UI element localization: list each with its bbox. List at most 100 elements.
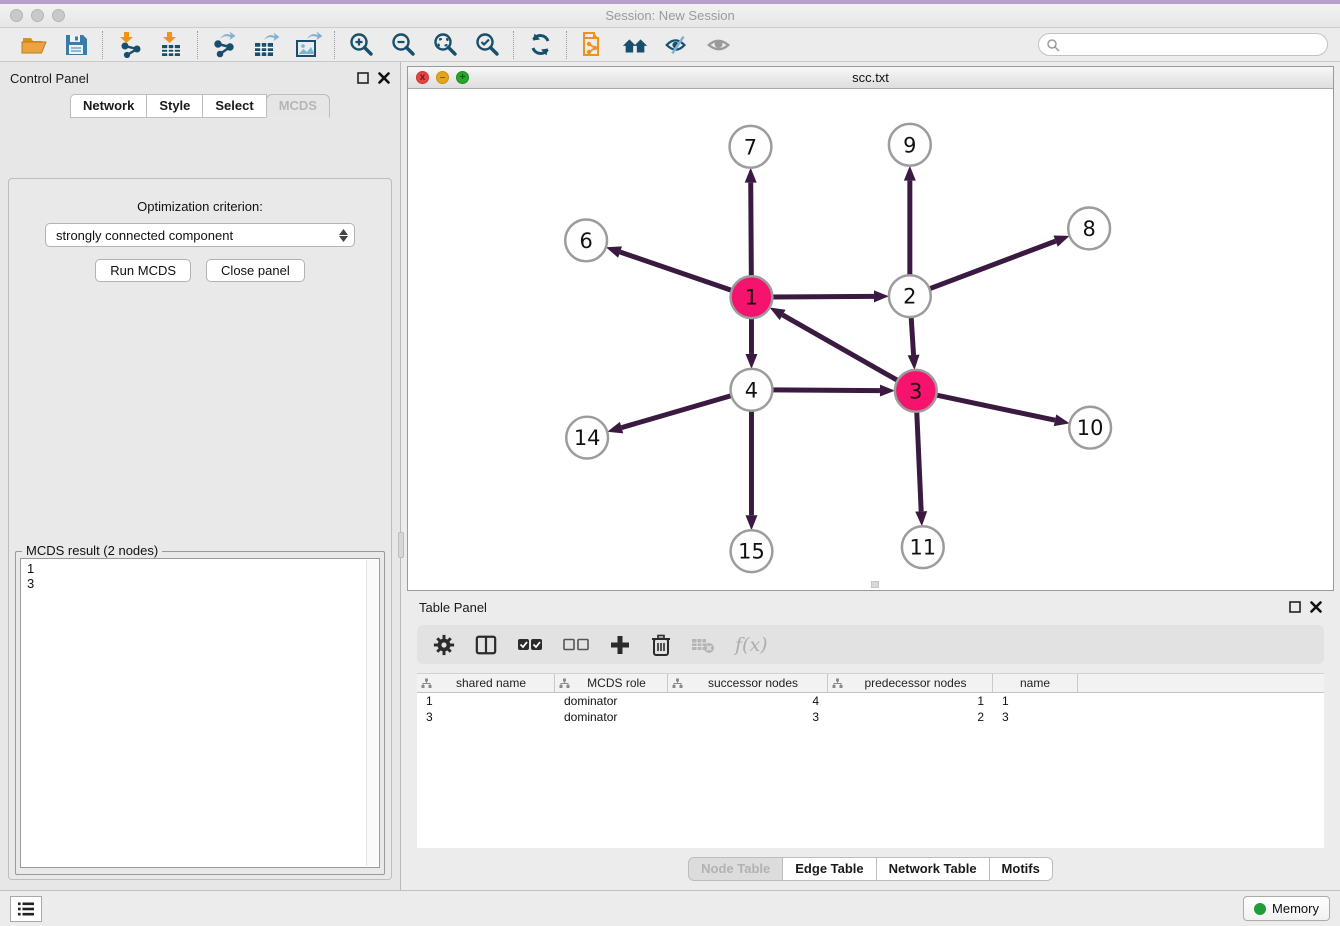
canvas-resize-grip[interactable] xyxy=(871,581,879,588)
edge-3-11[interactable] xyxy=(917,412,921,512)
zoom-out-icon[interactable] xyxy=(389,31,417,59)
node-label: 7 xyxy=(744,135,757,159)
network-file-icon[interactable] xyxy=(579,31,607,59)
table-cell: 1 xyxy=(828,694,993,708)
node-table[interactable]: shared nameMCDS role successor nodes prede… xyxy=(417,673,1324,848)
export-image-icon[interactable] xyxy=(294,31,322,59)
graph-node-15[interactable]: 15 xyxy=(731,530,773,572)
gear-icon[interactable] xyxy=(433,634,455,656)
result-scrollbar[interactable] xyxy=(366,560,378,866)
float-panel-icon[interactable] xyxy=(1289,601,1301,613)
graph-node-14[interactable]: 14 xyxy=(566,417,608,459)
zoom-selected-icon[interactable] xyxy=(473,31,501,59)
column-header-successor-nodes[interactable]: successor nodes xyxy=(668,674,828,692)
refresh-icon[interactable] xyxy=(526,31,554,59)
graph-node-1[interactable]: 1 xyxy=(731,276,773,318)
open-folder-icon[interactable] xyxy=(20,31,48,59)
float-panel-icon[interactable] xyxy=(357,72,369,84)
mcds-tab-content: Optimization criterion: strongly connect… xyxy=(8,178,392,880)
control-panel: Control Panel NetworkStyleSelectMCDS Opt… xyxy=(0,62,401,890)
add-icon[interactable] xyxy=(609,634,631,656)
edge-3-1[interactable] xyxy=(783,315,898,381)
task-history-button[interactable] xyxy=(10,896,42,922)
table-row[interactable]: 1dominator411 xyxy=(417,693,1324,709)
graph-node-2[interactable]: 2 xyxy=(889,275,931,317)
export-table-icon[interactable] xyxy=(252,31,280,59)
hierarchy-icon xyxy=(832,678,843,689)
graph-node-4[interactable]: 4 xyxy=(731,369,773,411)
graph-node-6[interactable]: 6 xyxy=(565,219,607,261)
graph-node-10[interactable]: 10 xyxy=(1069,407,1111,449)
hierarchy-icon xyxy=(559,678,570,689)
edge-4-3[interactable] xyxy=(772,390,880,391)
column-split-icon[interactable] xyxy=(475,634,497,656)
table-cell: 3 xyxy=(993,710,1078,724)
table-row[interactable]: 3dominator323 xyxy=(417,709,1324,725)
tab-mcds[interactable]: MCDS xyxy=(266,94,330,118)
select-all-icon[interactable] xyxy=(517,638,543,652)
network-canvas[interactable]: 7 9 6 8 1 2 4 3 14 10 15 11 xyxy=(408,89,1333,590)
table-body: 1dominator4113dominator323 xyxy=(417,693,1324,725)
graph-node-7[interactable]: 7 xyxy=(730,126,772,168)
edge-1-2[interactable] xyxy=(772,296,874,297)
main-toolbar xyxy=(0,28,1340,62)
table-cell: 1 xyxy=(993,694,1078,708)
column-header-label: predecessor nodes xyxy=(843,676,988,690)
column-header-label: successor nodes xyxy=(683,676,823,690)
chevron-up-icon xyxy=(339,229,348,235)
import-table-icon[interactable] xyxy=(157,31,185,59)
tab-style[interactable]: Style xyxy=(146,94,203,118)
mcds-result-group: MCDS result (2 nodes) 1 3 xyxy=(15,551,385,875)
network-graph[interactable]: 7 9 6 8 1 2 4 3 14 10 15 11 xyxy=(408,89,1333,590)
close-panel-icon[interactable] xyxy=(1310,601,1322,613)
tab-select[interactable]: Select xyxy=(202,94,266,118)
delete-icon[interactable] xyxy=(651,634,671,656)
edge-1-6[interactable] xyxy=(620,252,732,290)
tab-network-table[interactable]: Network Table xyxy=(876,857,990,881)
mcds-result-textarea[interactable]: 1 3 xyxy=(20,558,380,868)
fx-label: f(x) xyxy=(735,634,768,656)
save-icon[interactable] xyxy=(62,31,90,59)
criterion-select[interactable]: strongly connected component xyxy=(45,223,355,247)
edge-4-14[interactable] xyxy=(622,396,732,428)
graph-node-3[interactable]: 3 xyxy=(895,370,937,412)
control-panel-tabs: NetworkStyleSelectMCDS xyxy=(0,94,400,118)
run-mcds-button[interactable]: Run MCDS xyxy=(95,259,191,282)
hide-eye-icon[interactable] xyxy=(663,31,691,59)
network-window-titlebar[interactable]: x – + scc.txt xyxy=(408,67,1333,89)
hierarchy-icon xyxy=(672,678,683,689)
edge-3-10[interactable] xyxy=(936,395,1055,420)
table-cell: 4 xyxy=(668,694,828,708)
node-label: 9 xyxy=(903,133,916,157)
table-tabs-bar: Node TableEdge TableNetwork TableMotifs xyxy=(407,848,1334,890)
tab-network[interactable]: Network xyxy=(70,94,147,118)
column-header-name[interactable]: name xyxy=(993,674,1078,692)
panel-divider-grip[interactable] xyxy=(398,532,404,558)
graph-node-9[interactable]: 9 xyxy=(889,124,931,166)
edge-1-7[interactable] xyxy=(751,183,752,277)
home-icon[interactable] xyxy=(621,31,649,59)
tab-motifs[interactable]: Motifs xyxy=(989,857,1053,881)
graph-node-11[interactable]: 11 xyxy=(902,526,944,568)
import-network-icon[interactable] xyxy=(115,31,143,59)
close-panel-icon[interactable] xyxy=(378,72,390,84)
tab-node-table[interactable]: Node Table xyxy=(688,857,783,881)
deselect-all-icon[interactable] xyxy=(563,638,589,652)
edge-2-8[interactable] xyxy=(929,241,1055,289)
tab-edge-table[interactable]: Edge Table xyxy=(782,857,876,881)
close-panel-button[interactable]: Close panel xyxy=(206,259,305,282)
column-header-mcds-role[interactable]: MCDS role xyxy=(555,674,668,692)
show-eye-icon[interactable] xyxy=(705,31,733,59)
memory-button[interactable]: Memory xyxy=(1243,896,1330,921)
graph-node-8[interactable]: 8 xyxy=(1068,208,1110,250)
search-input[interactable] xyxy=(1038,33,1328,56)
zoom-in-icon[interactable] xyxy=(347,31,375,59)
delete-table-icon xyxy=(691,636,715,654)
mcds-result-title: MCDS result (2 nodes) xyxy=(22,543,162,558)
export-network-icon[interactable] xyxy=(210,31,238,59)
criterion-selected-value: strongly connected component xyxy=(56,228,233,243)
column-header-predecessor-nodes[interactable]: predecessor nodes xyxy=(828,674,993,692)
column-header-shared-name[interactable]: shared name xyxy=(417,674,555,692)
edge-2-3[interactable] xyxy=(911,317,913,355)
zoom-fit-icon[interactable] xyxy=(431,31,459,59)
